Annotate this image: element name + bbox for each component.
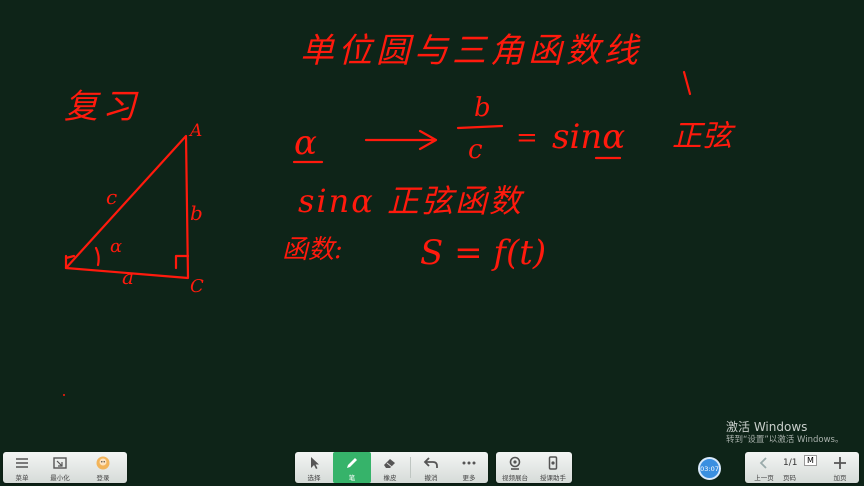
menu-button[interactable]: 菜单: [3, 452, 41, 483]
undo-button[interactable]: 撤消: [412, 452, 450, 483]
video-booth-button[interactable]: 视频展台: [496, 452, 534, 483]
select-tool-button[interactable]: 选择: [295, 452, 333, 483]
angle-alpha-label: α: [110, 236, 122, 257]
page-number: 1/1: [783, 458, 798, 468]
fraction-bar: [456, 124, 504, 130]
minimize-icon: [53, 457, 67, 469]
vertex-c-label: C: [190, 276, 204, 297]
cursor-icon: [311, 457, 319, 469]
more-button[interactable]: 更多: [450, 452, 488, 483]
undo-icon: [423, 457, 438, 468]
undo-label: 撤消: [424, 474, 438, 482]
eraser-label: 橡皮: [383, 474, 397, 482]
pager-toolbar: 上一页 1/1 页码 加页: [745, 452, 859, 483]
sin-alpha: sinα: [552, 117, 625, 157]
phone-icon: [548, 456, 558, 470]
pen-label: 笔: [348, 474, 356, 482]
teaching-assistant-button[interactable]: 授课助手: [534, 452, 572, 483]
vertex-a-label: A: [188, 121, 202, 141]
function-label: 函数:: [282, 235, 343, 265]
prev-page-label: 上一页: [754, 474, 774, 482]
select-label: 选择: [307, 474, 321, 482]
title-stroke-tail: [682, 70, 692, 96]
watermark-line2: 转到“设置”以激活 Windows。: [726, 435, 844, 445]
ime-badge: M: [804, 455, 817, 466]
center-toolbar: 选择 笔 橡皮 撤消 更多: [295, 452, 488, 483]
avatar-icon: [96, 456, 110, 470]
side-b-label: b: [190, 201, 203, 225]
sine-function-line: sinα 正弦函数: [298, 182, 525, 220]
more-dots-icon: [462, 461, 476, 465]
chevron-left-icon: [759, 457, 767, 469]
more-label: 更多: [462, 474, 476, 482]
right-toolbar: 视频展台 授课助手: [496, 452, 572, 483]
windows-activation-watermark: 激活 Windows 转到“设置”以激活 Windows。: [726, 421, 843, 447]
review-heading: 复习: [64, 87, 140, 127]
timer-badge[interactable]: 03:07: [698, 457, 721, 480]
plus-icon: [834, 457, 846, 469]
side-c-label: c: [106, 185, 117, 209]
menu-label: 菜单: [15, 474, 29, 482]
arrow: [364, 129, 438, 151]
prev-page-button[interactable]: 上一页: [745, 452, 783, 483]
teaching-assistant-label: 授课助手: [540, 474, 566, 482]
side-a-label: a: [122, 265, 134, 289]
menu-icon: [16, 458, 28, 468]
pen-tool-button[interactable]: 笔: [333, 452, 371, 483]
fraction-denominator: c: [468, 135, 483, 165]
eraser-icon: [384, 459, 395, 468]
eraser-tool-button[interactable]: 橡皮: [371, 452, 409, 483]
pen-icon: [347, 458, 357, 468]
equals-sign: =: [516, 123, 538, 153]
page-label: 页码: [783, 474, 796, 482]
login-label: 登录: [96, 474, 110, 482]
toolbar-divider: [410, 457, 411, 478]
minimize-label: 最小化: [50, 474, 70, 482]
right-triangle: [64, 134, 190, 280]
angle-arc: [94, 246, 100, 267]
whiteboard-canvas[interactable]: 单位圆与三角函数线 复习 A C a b c α α b c = sinα 正弦…: [0, 0, 864, 486]
add-page-button[interactable]: 加页: [821, 452, 859, 483]
add-page-label: 加页: [833, 474, 847, 482]
fraction-numerator: b: [474, 93, 491, 123]
right-angle-mark: [174, 254, 190, 270]
sine-word: 正弦: [672, 119, 736, 154]
minimize-button[interactable]: 最小化: [41, 452, 79, 483]
stray-dot: [63, 394, 65, 396]
login-button[interactable]: 登录: [79, 452, 127, 483]
alpha-symbol: α: [294, 123, 317, 163]
video-booth-label: 视频展台: [502, 474, 528, 482]
left-toolbar: 菜单 最小化 登录: [3, 452, 127, 483]
webcam-icon: [509, 456, 521, 470]
board-title: 单位圆与三角函数线: [300, 31, 642, 71]
watermark-line1: 激活 Windows: [726, 420, 808, 434]
function-formula: S = f(t): [420, 233, 546, 273]
